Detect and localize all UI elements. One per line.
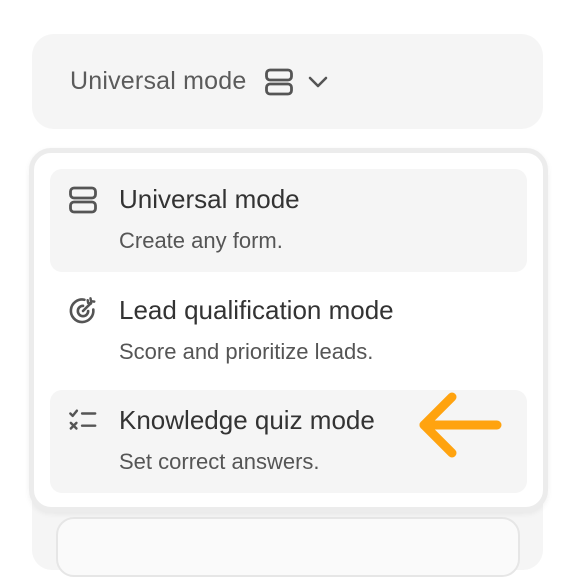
- option-universal-mode[interactable]: Universal mode Create any form.: [50, 169, 527, 272]
- target-icon: [68, 296, 98, 326]
- option-description: Score and prioritize leads.: [119, 339, 374, 364]
- option-lead-qualification-mode[interactable]: Lead qualification mode Score and priori…: [50, 280, 527, 383]
- universal-mode-icon: [264, 67, 294, 97]
- chevron-down-icon: [306, 70, 330, 94]
- option-title: Knowledge quiz mode: [119, 405, 375, 435]
- arrow-left-icon: [414, 391, 504, 461]
- option-title: Lead qualification mode: [119, 295, 394, 325]
- option-title: Universal mode: [119, 184, 300, 214]
- universal-mode-icon: [68, 185, 98, 215]
- background-field: [56, 517, 520, 577]
- option-description: Create any form.: [119, 228, 283, 253]
- option-description: Set correct answers.: [119, 449, 320, 474]
- mode-select-button[interactable]: Universal mode: [32, 34, 543, 129]
- quiz-checklist-icon: [68, 406, 98, 436]
- mode-select-label: Universal mode: [70, 67, 247, 95]
